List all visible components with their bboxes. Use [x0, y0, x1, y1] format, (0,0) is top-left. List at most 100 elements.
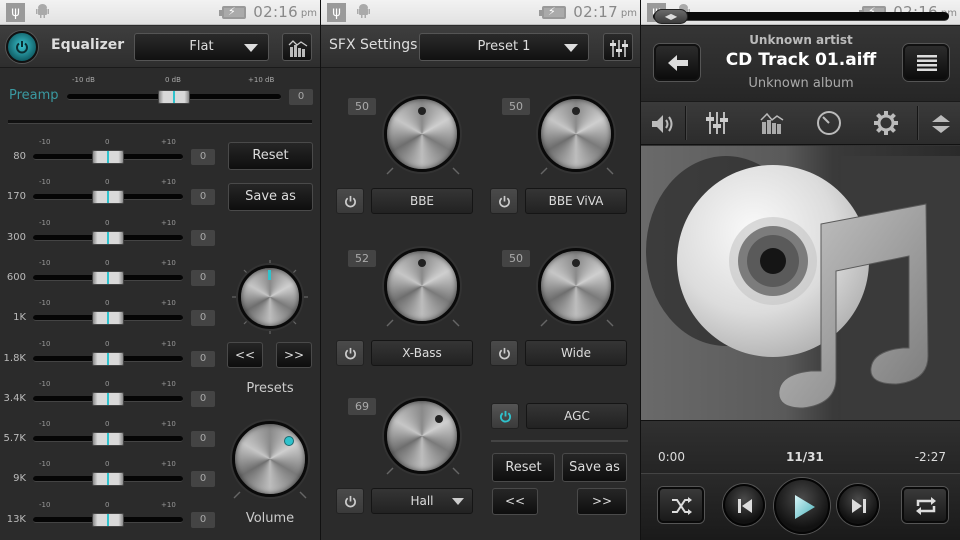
effect-power-button[interactable]	[490, 340, 518, 366]
band-tick-mid: 0	[105, 339, 110, 348]
band-ticks: -10 0 +10	[0, 460, 220, 470]
settings-gear-icon[interactable]	[873, 110, 899, 136]
effect-name-button[interactable]: BBE ViVA	[525, 188, 627, 214]
band-value: 0	[191, 269, 215, 286]
band-slider-thumb[interactable]	[92, 351, 124, 366]
repeat-button[interactable]	[902, 487, 948, 523]
band-frequency-label: 5.7K	[3, 433, 26, 445]
eq-graph-icon[interactable]	[759, 110, 785, 136]
sfx-reset-button[interactable]: Reset	[492, 453, 555, 482]
player-toolbar	[641, 101, 960, 145]
mixer-sliders-icon	[610, 40, 628, 57]
effect-power-button[interactable]	[336, 188, 364, 214]
sfx-save-as-button[interactable]: Save as	[562, 453, 627, 482]
band-ticks: -10 0 +10	[0, 259, 220, 269]
presets-knob[interactable]	[238, 265, 302, 329]
eq-save-as-button[interactable]: Save as	[228, 183, 313, 211]
band-value: 0	[191, 511, 215, 528]
band-frequency-label: 3.4K	[3, 392, 26, 404]
effect-value: 50	[502, 98, 530, 115]
band-tick-mid: 0	[105, 138, 110, 146]
band-tick-mid: 0	[105, 500, 110, 509]
clock: 02:16	[253, 3, 298, 21]
battery-charging-icon: ⚡	[539, 5, 566, 19]
band-slider-thumb[interactable]	[92, 391, 124, 406]
effect-knob-indicator	[418, 107, 426, 115]
band-slider-thumb[interactable]	[92, 311, 124, 326]
eq-reset-button[interactable]: Reset	[228, 142, 313, 170]
equalizer-title: Equalizer	[51, 37, 125, 53]
effect-value: 52	[348, 250, 376, 267]
reverb-knob[interactable]	[384, 398, 460, 474]
band-slider-thumb[interactable]	[92, 472, 124, 487]
effect-name-button[interactable]: X-Bass	[371, 340, 473, 366]
band-slider-thumb[interactable]	[92, 190, 124, 205]
band-tick-max: +10	[161, 460, 176, 469]
repeat-icon	[916, 497, 936, 515]
mixer-sliders-icon[interactable]	[705, 110, 729, 136]
power-icon	[16, 41, 28, 54]
band-slider-thumb[interactable]	[92, 512, 124, 527]
sleep-timer-icon[interactable]	[816, 110, 842, 136]
eq-prev-preset-button[interactable]: <<	[227, 342, 263, 368]
equalizer-power-button[interactable]	[6, 31, 38, 63]
effect-knob[interactable]	[384, 248, 460, 324]
seek-area	[641, 420, 960, 472]
agc-button[interactable]: AGC	[526, 403, 628, 429]
band-slider-thumb[interactable]	[92, 150, 124, 164]
volume-icon[interactable]	[650, 113, 676, 135]
effect-name-button[interactable]: BBE	[371, 188, 473, 214]
sfx-next-preset-button[interactable]: >>	[577, 488, 627, 515]
next-track-button[interactable]	[837, 484, 879, 526]
clock-ampm: pm	[620, 8, 637, 19]
eq-next-preset-button[interactable]: >>	[276, 342, 312, 368]
preamp-slider-thumb[interactable]	[158, 90, 190, 104]
sfx-prev-preset-button[interactable]: <<	[492, 488, 538, 515]
usb-icon: ψ	[6, 3, 25, 22]
preamp-label: Preamp	[9, 88, 59, 103]
band-slider-thumb[interactable]	[92, 270, 124, 285]
volume-knob[interactable]	[232, 421, 308, 497]
effect-name-button[interactable]: Wide	[525, 340, 627, 366]
eq-preset-dropdown[interactable]: Flat	[134, 33, 269, 61]
skip-next-icon	[852, 499, 866, 513]
band-tick-mid: 0	[105, 460, 110, 469]
play-icon	[795, 495, 815, 519]
effect-knob[interactable]	[538, 248, 614, 324]
presets-label: Presets	[246, 381, 294, 396]
band-tick-max: +10	[161, 258, 176, 267]
band-tick-min: -10	[39, 218, 51, 227]
play-button[interactable]	[774, 478, 830, 534]
preamp-tick-mid: 0 dB	[165, 76, 181, 84]
band-tick-min: -10	[39, 138, 51, 146]
band-ticks: -10 0 +10	[0, 138, 220, 148]
agc-power-button[interactable]	[491, 403, 519, 429]
effect-knob[interactable]	[384, 96, 460, 172]
seek-bar[interactable]	[653, 12, 949, 21]
band-ticks: -10 0 +10	[0, 340, 220, 350]
sfx-mixer-button[interactable]	[603, 33, 633, 61]
band-slider-thumb[interactable]	[92, 230, 124, 245]
previous-track-button[interactable]	[723, 484, 765, 526]
shuffle-button[interactable]	[658, 487, 704, 523]
effect-power-button[interactable]	[336, 340, 364, 366]
band-slider-thumb[interactable]	[92, 432, 124, 447]
effect-power-button[interactable]	[490, 188, 518, 214]
player-screen: ψ ⚡ 02:16 pm Unknown artist CD Track 01.…	[640, 0, 960, 540]
power-icon	[345, 495, 356, 508]
band-value: 0	[191, 471, 215, 488]
reverb-power-button[interactable]	[336, 488, 364, 514]
preamp-value: 0	[289, 89, 313, 105]
sfx-preset-dropdown[interactable]: Preset 1	[419, 33, 589, 61]
effect-knob[interactable]	[538, 96, 614, 172]
eq-graph-button[interactable]	[282, 33, 312, 61]
expand-collapse-icon[interactable]	[930, 113, 952, 135]
effect-knob-indicator	[572, 107, 580, 115]
volume-label: Volume	[245, 511, 295, 526]
elapsed-time: 0:00	[658, 450, 685, 464]
reverb-preset-dropdown[interactable]: Hall	[371, 488, 473, 514]
seek-thumb[interactable]: ◀▶	[654, 9, 688, 24]
band-tick-min: -10	[39, 460, 51, 469]
shuffle-icon	[672, 497, 692, 515]
artist-name: Unknown artist	[749, 33, 853, 47]
